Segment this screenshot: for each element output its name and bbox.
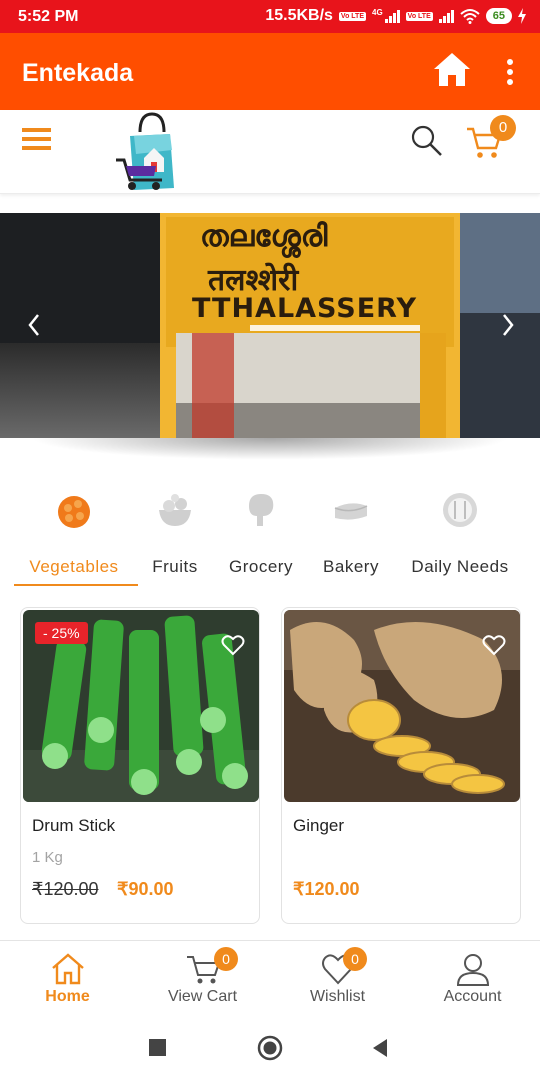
tab-label: Vegetables xyxy=(29,557,119,576)
volte-badge-2: Vo LTE xyxy=(405,11,433,21)
signal-icon xyxy=(384,9,400,23)
back-icon[interactable] xyxy=(371,1038,389,1058)
system-home-icon[interactable] xyxy=(257,1035,283,1061)
product-price: ₹120.00 xyxy=(293,879,360,899)
nav-label: Home xyxy=(45,988,90,1005)
app-title: Entekada xyxy=(22,59,134,87)
category-tabs: Vegetables Fruits Grocery Bakery Daily N… xyxy=(0,490,540,590)
tab-label: Bakery xyxy=(323,557,379,576)
bottom-navigation: Home 0 View Cart 0 Wishlist Account xyxy=(0,940,540,1016)
cart-count-badge: 0 xyxy=(490,115,516,141)
wishlist-count-badge: 0 xyxy=(343,947,367,971)
wishlist-heart-icon[interactable] xyxy=(482,634,506,656)
product-old-price: ₹120.00 xyxy=(32,879,99,899)
tab-label: Grocery xyxy=(229,557,293,576)
network-speed: 15.5KB/s xyxy=(265,7,333,24)
nav-label: Wishlist xyxy=(309,988,366,1005)
status-icons: 15.5KB/s Vo LTE 4G Vo LTE 65 xyxy=(265,7,526,25)
recent-apps-icon[interactable] xyxy=(149,1039,167,1057)
nav-home[interactable]: Home xyxy=(0,941,135,1017)
signal-icon-2 xyxy=(438,9,454,23)
banner-sign-english: TTHALASSERY xyxy=(192,293,418,324)
tab-label: Daily Needs xyxy=(411,557,509,576)
search-icon[interactable] xyxy=(410,124,444,158)
status-time: 5:52 PM xyxy=(18,8,79,25)
tab-bakery[interactable]: Bakery xyxy=(318,490,384,577)
tab-fruits[interactable]: Fruits xyxy=(146,490,204,577)
more-vert-icon[interactable] xyxy=(500,57,520,87)
nav-view-cart[interactable]: 0 View Cart xyxy=(135,941,270,1017)
nav-wishlist[interactable]: 0 Wishlist xyxy=(270,941,405,1017)
battery-icon: 65 xyxy=(485,8,512,24)
wifi-icon xyxy=(460,9,480,24)
status-bar: 5:52 PM 15.5KB/s Vo LTE 4G Vo LTE 65 xyxy=(0,0,540,33)
banner-sign-malayalam: തലശ്ശേരി xyxy=(200,219,328,254)
network-type: 4G xyxy=(372,7,383,17)
vegetables-icon xyxy=(58,496,90,528)
active-tab-indicator xyxy=(14,584,138,586)
discount-badge: - 25% xyxy=(35,622,88,644)
bakery-icon xyxy=(334,503,368,520)
wishlist-heart-icon[interactable] xyxy=(221,634,245,656)
tab-label: Fruits xyxy=(152,557,198,576)
user-icon xyxy=(456,954,489,986)
shopping-bag-logo[interactable] xyxy=(110,110,180,194)
tab-daily-needs[interactable]: Daily Needs xyxy=(406,490,514,577)
product-unit: 1 Kg xyxy=(32,849,63,866)
charging-icon xyxy=(518,8,526,24)
grocery-icon xyxy=(249,494,274,526)
fruits-icon xyxy=(159,494,191,526)
daily-needs-icon xyxy=(443,493,477,527)
banner-shadow xyxy=(30,438,510,460)
chevron-right-icon[interactable] xyxy=(496,311,520,339)
system-navigation-bar xyxy=(0,1016,540,1080)
product-card-ginger[interactable]: Ginger ₹120.00 xyxy=(281,607,521,924)
nav-label: Account xyxy=(443,988,502,1005)
store-header: 0 xyxy=(0,110,540,194)
chevron-left-icon[interactable] xyxy=(22,311,46,339)
product-price: ₹90.00 xyxy=(117,879,174,899)
app-bar: Entekada xyxy=(0,33,540,110)
home-icon[interactable] xyxy=(432,51,472,89)
product-name: Ginger xyxy=(293,816,345,835)
product-card-drum-stick[interactable]: - 25% Drum Stick 1 Kg ₹120.00 ₹90.00 xyxy=(20,607,260,924)
product-name: Drum Stick xyxy=(32,816,116,835)
tab-grocery[interactable]: Grocery xyxy=(224,490,298,577)
home-icon xyxy=(51,953,84,985)
hamburger-icon[interactable] xyxy=(22,126,52,152)
volte-badge: Vo LTE xyxy=(338,11,366,21)
banner-carousel[interactable]: തലശ്ശേരി तलश्शेरी TTHALASSERY xyxy=(0,213,540,438)
cart-count-badge: 0 xyxy=(214,947,238,971)
nav-account[interactable]: Account xyxy=(405,941,540,1017)
nav-label: View Cart xyxy=(167,988,238,1005)
tab-vegetables[interactable]: Vegetables xyxy=(22,490,126,577)
